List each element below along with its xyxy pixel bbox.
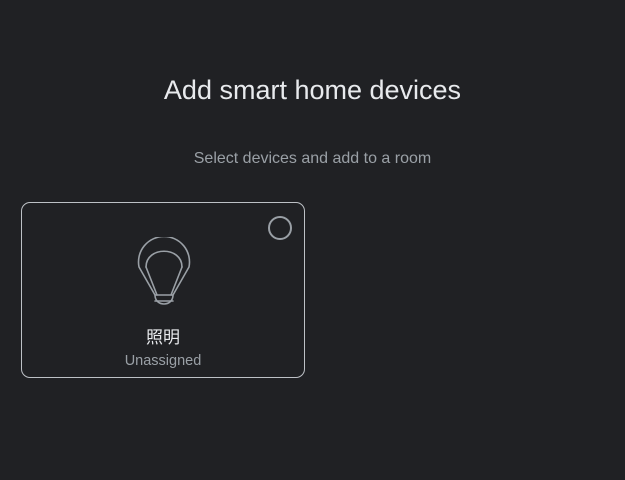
lightbulb-icon (137, 237, 191, 305)
page-subtitle: Select devices and add to a room (193, 150, 432, 167)
device-name: 照明 (146, 328, 180, 348)
select-radio-button[interactable] (268, 216, 292, 240)
page-title: Add smart home devices (163, 75, 462, 105)
add-devices-screen: Add smart home devices Select devices an… (0, 0, 625, 480)
device-card[interactable]: 照明 Unassigned (21, 202, 305, 378)
device-room-status: Unassigned (124, 353, 202, 369)
